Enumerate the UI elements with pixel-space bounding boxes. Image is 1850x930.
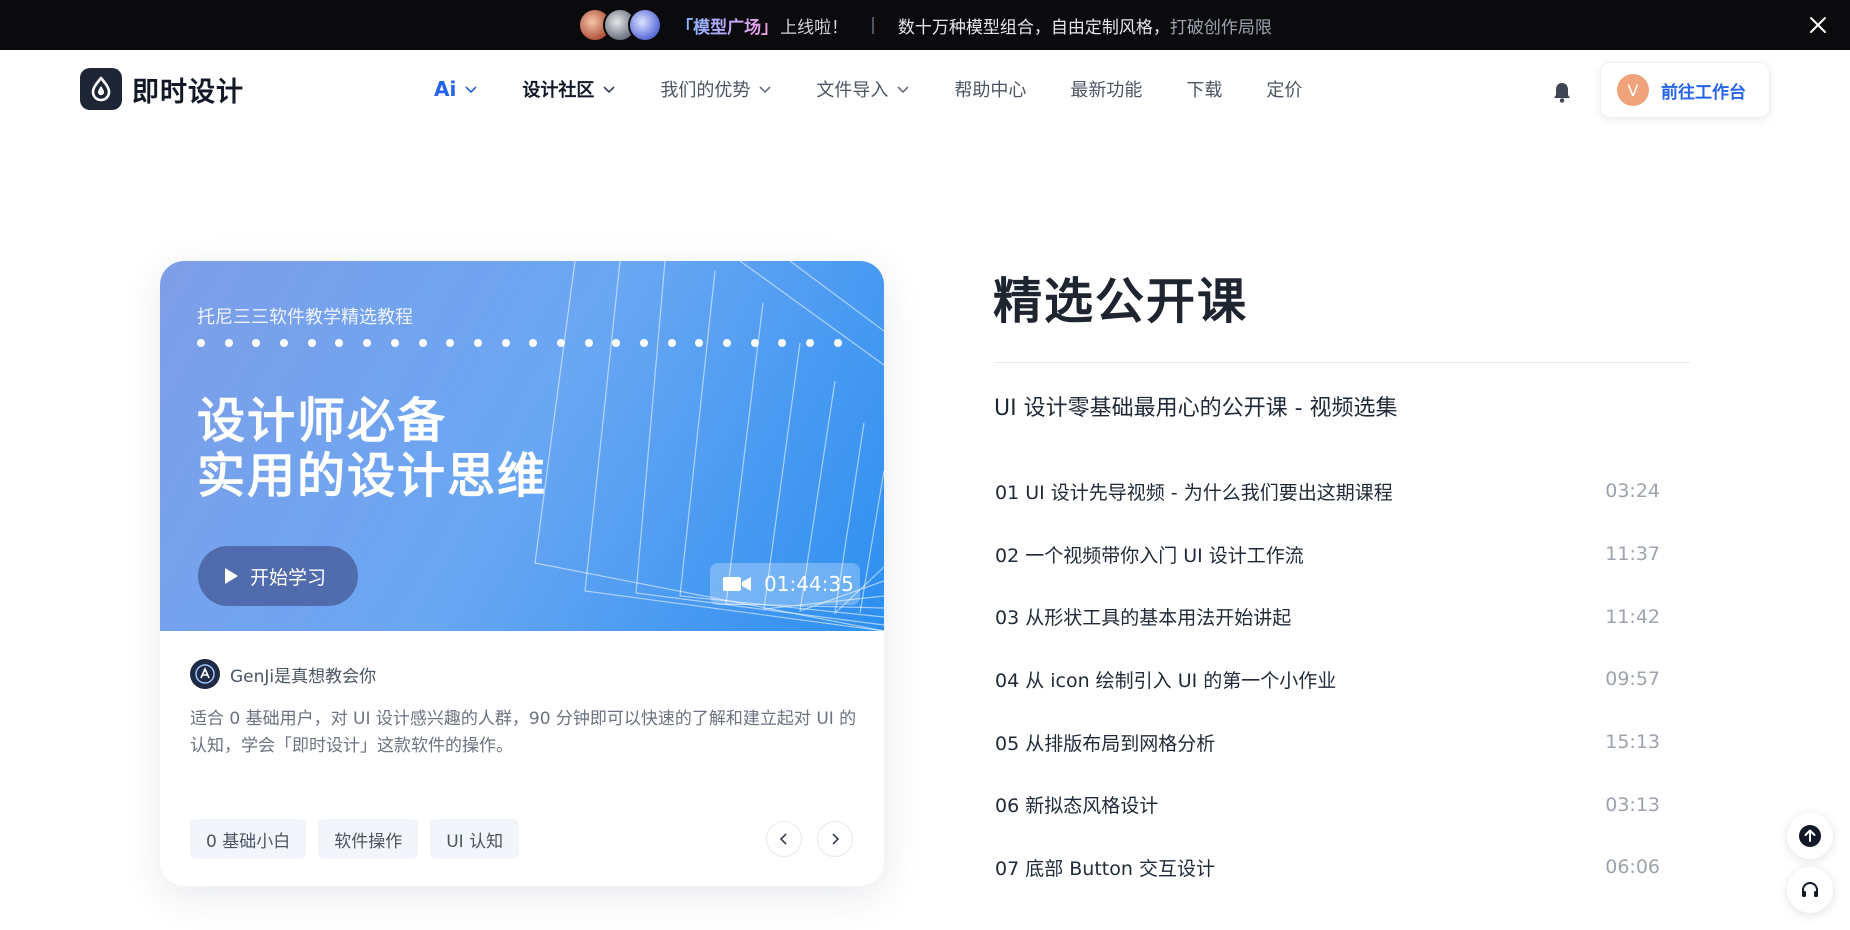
lesson-item[interactable]: 03 从形状工具的基本用法开始讲起 11:42 (995, 585, 1660, 648)
lesson-time: 15:13 (1605, 731, 1660, 754)
user-avatar: V (1617, 74, 1649, 106)
announcement-desc-fade: 打破创作局限 (1169, 17, 1272, 38)
nav-download-label: 下载 (1186, 80, 1223, 101)
arrow-up-icon (1799, 825, 1821, 847)
divider (994, 362, 1690, 363)
nav-import-label: 文件导入 (816, 80, 889, 101)
logo-mark-icon (80, 68, 122, 110)
nav-features-label: 最新功能 (1070, 80, 1143, 101)
bell-icon[interactable] (1548, 78, 1576, 106)
lesson-title: 02 一个视频带你入门 UI 设计工作流 (995, 544, 1304, 567)
nav-help[interactable]: 帮助中心 (954, 76, 1026, 102)
course-title-line1: 设计师必备 (197, 393, 448, 449)
lesson-title: 04 从 icon 绘制引入 UI 的第一个小作业 (995, 669, 1337, 692)
logo[interactable]: 即时设计 (80, 68, 244, 110)
lesson-time: 06:06 (1605, 856, 1660, 879)
course-author[interactable]: GenJi是真想教会你 (190, 659, 376, 689)
back-to-top-button[interactable] (1787, 813, 1833, 859)
lesson-item[interactable]: 07 底部 Button 交互设计 06:06 (995, 836, 1660, 899)
nav-advantages[interactable]: 我们的优势 (660, 76, 772, 102)
nav-community-label: 设计社区 (522, 80, 595, 101)
nav-features[interactable]: 最新功能 (1070, 76, 1142, 102)
lesson-list: 01 UI 设计先导视频 - 为什么我们要出这期课程 03:24 02 一个视频带… (995, 460, 1660, 899)
nav-advantages-label: 我们的优势 (660, 80, 751, 101)
lesson-title: 01 UI 设计先导视频 - 为什么我们要出这期课程 (995, 481, 1393, 504)
lesson-item[interactable]: 01 UI 设计先导视频 - 为什么我们要出这期课程 03:24 (995, 460, 1660, 523)
prev-course-button[interactable] (766, 821, 802, 857)
avatar (628, 8, 663, 42)
headset-icon (1802, 882, 1818, 897)
main-menu: Ai 设计社区 我们的优势 文件导入 帮助中心 最新功能 下载 定价 (434, 76, 1346, 102)
lesson-time: 11:37 (1605, 543, 1660, 566)
section-title: 精选公开课 (993, 273, 1249, 330)
decorative-dots (197, 339, 862, 347)
lesson-title: 05 从排版布局到网格分析 (995, 732, 1216, 755)
chevron-right-icon (832, 833, 840, 845)
next-course-button[interactable] (817, 821, 853, 857)
nav-ai-label: Ai (434, 77, 457, 101)
lesson-time: 03:13 (1605, 793, 1660, 816)
announcement-desc-main: 数十万种模型组合，自由定制风格， (897, 17, 1170, 38)
author-avatar (190, 659, 220, 689)
chevron-down-icon (897, 86, 909, 94)
nav-pricing[interactable]: 定价 (1266, 76, 1302, 102)
course-description: 适合 0 基础用户，对 UI 设计感兴趣的人群，90 分钟即可以快速的了解和建立… (190, 709, 857, 756)
video-duration-text: 01:44:35 (764, 572, 854, 596)
tag-2[interactable]: UI 认知 (430, 819, 520, 859)
chevron-down-icon (759, 86, 771, 94)
announcement-launched: 上线啦！ (780, 17, 849, 38)
announcement-separator: | (870, 15, 876, 35)
nav-pricing-label: 定价 (1266, 80, 1303, 101)
customer-support-button[interactable] (1787, 867, 1833, 913)
announcement-bar: 「模型广场」 上线啦！ | 数十万种模型组合，自由定制风格，打破创作局限 (0, 0, 1850, 50)
lesson-title: 07 底部 Button 交互设计 (995, 857, 1215, 880)
lesson-title: 06 新拟态风格设计 (995, 795, 1159, 818)
start-learning-button[interactable]: 开始学习 (198, 546, 358, 606)
lesson-time: 09:57 (1605, 668, 1660, 691)
logo-text: 即时设计 (132, 76, 244, 108)
lesson-item[interactable]: 02 一个视频带你入门 UI 设计工作流 11:37 (995, 523, 1660, 586)
course-title: 设计师必备 实用的设计思维 (197, 394, 547, 504)
author-name: GenJi是真想教会你 (230, 666, 377, 687)
chevron-down-icon (465, 86, 477, 94)
go-to-workspace-label: 前往工作台 (1661, 82, 1746, 103)
nav-help-label: 帮助中心 (954, 80, 1027, 101)
course-banner[interactable]: 托尼三三软件教学精选教程 设计师必备 实用的设计思维 开始学习 01:44:35 (160, 261, 884, 631)
nav-community[interactable]: 设计社区 (522, 76, 616, 102)
section-subtitle: UI 设计零基础最用心的公开课 - 视频选集 (994, 396, 1398, 421)
lesson-time: 03:24 (1605, 480, 1660, 503)
lesson-item[interactable]: 04 从 icon 绘制引入 UI 的第一个小作业 09:57 (995, 648, 1660, 711)
nav-import[interactable]: 文件导入 (816, 76, 910, 102)
nav-ai[interactable]: Ai (434, 77, 478, 101)
lesson-title: 03 从形状工具的基本用法开始讲起 (995, 607, 1292, 630)
announcement-desc: 数十万种模型组合，自由定制风格，打破创作局限 (898, 13, 1272, 38)
lesson-item[interactable]: 06 新拟态风格设计 03:13 (995, 773, 1660, 836)
lesson-item[interactable]: 05 从排版布局到网格分析 15:13 (995, 711, 1660, 774)
close-icon[interactable] (1806, 13, 1830, 37)
video-camera-icon (723, 577, 751, 591)
go-to-workspace-button[interactable]: V 前往工作台 (1600, 62, 1770, 118)
tag-0[interactable]: 0 基础小白 (190, 819, 307, 859)
course-tags: 0 基础小白 软件操作 UI 认知 (190, 819, 531, 859)
course-card: 托尼三三软件教学精选教程 设计师必备 实用的设计思维 开始学习 01:44:35… (160, 261, 884, 886)
top-nav: 即时设计 Ai 设计社区 我们的优势 文件导入 帮助中心 最新功能 下载 定价 … (0, 50, 1850, 132)
video-duration: 01:44:35 (710, 563, 860, 605)
chevron-down-icon (603, 86, 615, 94)
chevron-left-icon (779, 833, 787, 845)
announcement-highlight[interactable]: 「模型广场」 (676, 13, 778, 38)
announcement-avatars (578, 8, 663, 42)
nav-download[interactable]: 下载 (1186, 76, 1222, 102)
play-icon (225, 568, 238, 584)
course-title-line2: 实用的设计思维 (197, 448, 548, 504)
tag-1[interactable]: 软件操作 (318, 819, 419, 859)
start-learning-label: 开始学习 (250, 566, 327, 589)
course-subtitle: 托尼三三软件教学精选教程 (197, 307, 413, 328)
lesson-time: 11:42 (1605, 605, 1660, 628)
